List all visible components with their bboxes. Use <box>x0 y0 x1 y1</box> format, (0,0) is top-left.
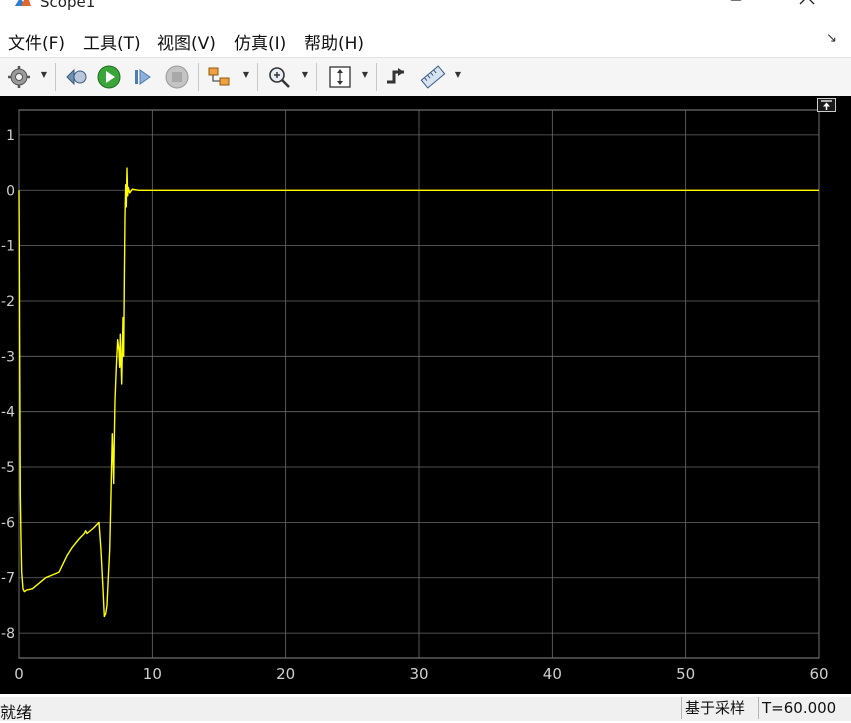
y-tick-label: -4 <box>1 405 15 421</box>
y-tick-label: 0 <box>6 183 15 199</box>
window-title: Scope1 <box>40 0 96 11</box>
toolbar-separator <box>257 63 258 91</box>
y-tick-label: -8 <box>1 626 15 642</box>
measurement-dropdown-icon[interactable]: ▼ <box>454 70 462 82</box>
y-tick-label: -6 <box>1 515 15 531</box>
menu-tools[interactable]: 工具(T) <box>83 29 141 54</box>
status-mode-text: 基于采样 <box>685 699 746 717</box>
menu-bar: 文件(F) 工具(T) 视图(V) 仿真(I) 帮助(H) ↘ <box>0 22 851 56</box>
menu-help[interactable]: 帮助(H) <box>304 29 364 54</box>
toolbar-separator <box>55 63 56 91</box>
settings-dropdown-icon[interactable]: ▼ <box>40 70 48 82</box>
toolbar-separator <box>198 63 199 91</box>
highlight-block-icon[interactable] <box>206 64 232 90</box>
toolbar-separator <box>376 63 377 91</box>
x-tick-label: 10 <box>143 665 162 683</box>
toolbar: ▼ ▼ ▼ ▼ ▼ <box>0 57 851 97</box>
scope-chart[interactable]: 0 10 20 30 40 50 6010-1-2-3-4-5-6-7-8 <box>0 96 851 694</box>
toolbar-separator <box>316 63 317 91</box>
y-tick-label: -3 <box>1 349 15 365</box>
x-tick-label: 20 <box>276 665 295 683</box>
stop-icon[interactable] <box>164 64 190 90</box>
y-tick-label: -2 <box>1 294 15 310</box>
run-icon[interactable] <box>96 64 122 90</box>
menu-view[interactable]: 视图(V) <box>157 29 216 54</box>
autoscale-icon[interactable] <box>327 64 353 90</box>
status-sample-mode: 基于采样 <box>681 697 759 719</box>
measurement-ruler-icon[interactable] <box>420 64 446 90</box>
x-tick-label: 50 <box>676 665 695 683</box>
y-tick-label: 1 <box>6 128 15 144</box>
x-tick-label: 40 <box>543 665 562 683</box>
menu-simulation[interactable]: 仿真(I) <box>234 29 286 54</box>
maximize-icon[interactable] <box>716 0 756 12</box>
y-tick-label: -5 <box>1 460 15 476</box>
zoom-icon[interactable] <box>266 64 292 90</box>
menu-dock-arrow-icon[interactable]: ↘ <box>826 31 837 46</box>
close-icon[interactable] <box>787 0 827 12</box>
y-tick-label: -7 <box>1 571 15 587</box>
zoom-dropdown-icon[interactable]: ▼ <box>301 70 309 82</box>
status-time: T=60.000 <box>758 697 848 719</box>
step-forward-icon[interactable] <box>130 64 156 90</box>
x-tick-label: 60 <box>809 665 828 683</box>
settings-gear-icon[interactable] <box>6 64 32 90</box>
status-bar: 就绪 基于采样 T=60.000 <box>0 697 851 722</box>
y-tick-label: -1 <box>1 239 15 255</box>
highlight-dropdown-icon[interactable]: ▼ <box>242 70 250 82</box>
menu-file[interactable]: 文件(F) <box>8 29 65 54</box>
matlab-logo-icon <box>15 0 31 6</box>
minimize-icon[interactable] <box>645 0 685 12</box>
restore-view-icon[interactable] <box>817 98 836 112</box>
triggers-icon[interactable] <box>384 64 410 90</box>
scope-plot-area: 0 10 20 30 40 50 60 1 0 -1 -2 -3 -4 -5 -6 -7 -8 <box>0 96 851 694</box>
status-ready-text: 就绪 <box>0 703 33 722</box>
status-time-text: T=60.000 <box>762 699 837 717</box>
autoscale-dropdown-icon[interactable]: ▼ <box>361 70 369 82</box>
window-titlebar: Scope1 <box>0 0 851 22</box>
step-back-icon[interactable] <box>63 64 89 90</box>
x-tick-label: 0 <box>14 665 24 683</box>
x-tick-label: 30 <box>409 665 428 683</box>
